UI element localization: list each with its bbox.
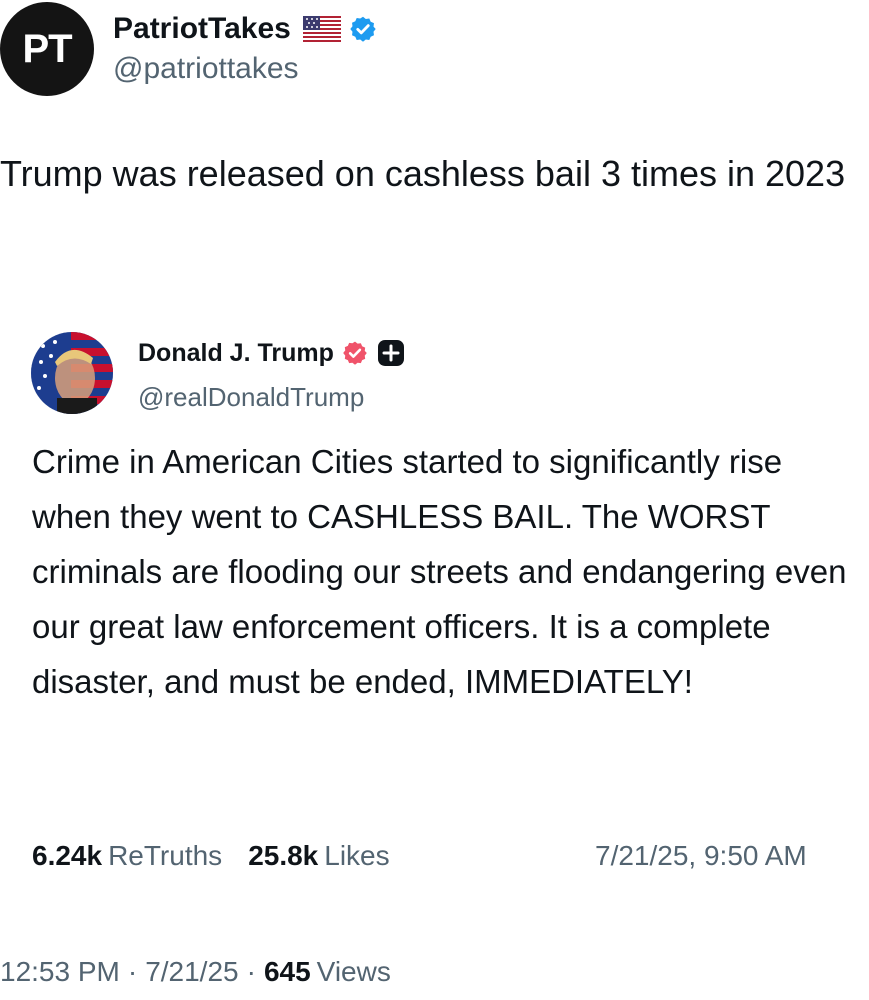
quoted-stats: 6.24k ReTruths 25.8k Likes 7/21/25, 9:50…: [32, 840, 832, 872]
post-date[interactable]: 7/21/25: [145, 956, 238, 988]
retruths-label: ReTruths: [108, 840, 223, 871]
quoted-name-row: Donald J. Trump: [138, 338, 406, 368]
post-meta: 12:53 PM · 7/21/25 · 645 Views: [0, 956, 391, 988]
author-avatar[interactable]: PT: [0, 2, 94, 96]
likes-label: Likes: [324, 840, 390, 871]
tweet-text: Trump was released on cashless bail 3 ti…: [0, 153, 846, 194]
quoted-handle[interactable]: @realDonaldTrump: [138, 382, 364, 413]
views-count: 645: [263, 956, 311, 987]
quoted-display-name[interactable]: Donald J. Trump: [138, 339, 334, 368]
trump-portrait-icon: [31, 332, 113, 414]
quoted-author-avatar[interactable]: [31, 332, 113, 414]
post-time[interactable]: 12:53 PM: [0, 956, 120, 988]
truth-verified-badge-icon[interactable]: [342, 340, 368, 366]
views-label: Views: [316, 956, 391, 987]
likes-count: 25.8k: [248, 840, 319, 871]
author-handle[interactable]: @patriottakes: [113, 52, 299, 86]
quoted-text: Crime in American Cities started to sign…: [32, 443, 847, 700]
us-flag-icon: [302, 16, 341, 42]
author-name-row: PatriotTakes: [113, 12, 377, 46]
plus-badge-icon: [377, 340, 404, 366]
verified-badge-icon[interactable]: [349, 15, 377, 43]
avatar-text: PT: [22, 26, 72, 71]
author-display-name[interactable]: PatriotTakes: [113, 12, 291, 46]
meta-separator: ·: [127, 956, 138, 987]
quoted-post-date[interactable]: 7/21/25, 9:50 AM: [595, 840, 807, 872]
meta-separator: ·: [246, 956, 256, 987]
retruths-count: 6.24k: [32, 840, 103, 871]
quoted-post[interactable]: Donald J. Trump @realDonaldTrump Crime i…: [0, 320, 869, 900]
tweet-header: PT PatriotTakes @patriottakes: [0, 0, 869, 100]
